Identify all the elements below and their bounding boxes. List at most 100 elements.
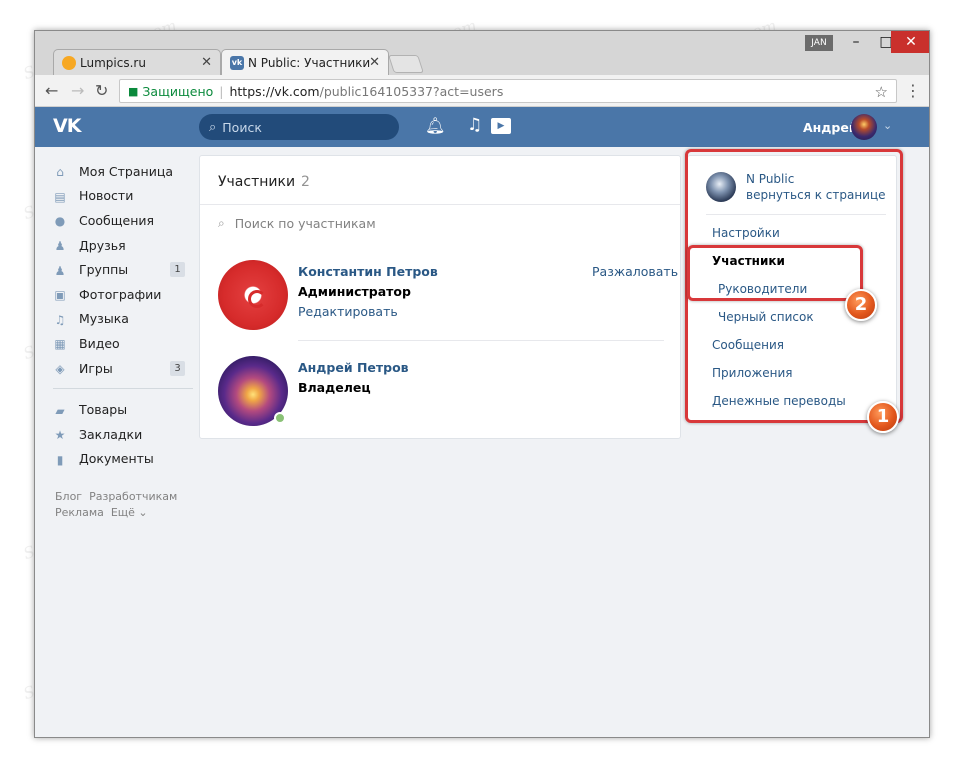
camera-icon: ▣ [54, 288, 66, 303]
footer-links: Блог Разработчикам Реклама Ещё ⌄ [55, 489, 177, 521]
members-card: Участники 2 ⌕ Поиск по участникам Констан… [199, 155, 681, 439]
vk-header: VK ⌕ Поиск 🔔︎ ♫ ▶ Андрей ⌄ [35, 107, 929, 147]
sidebar-item-goods[interactable]: ▰ Товары [53, 397, 193, 422]
sidebar-item-label: Новости [79, 188, 134, 204]
online-indicator [274, 412, 286, 424]
footer-link-ads[interactable]: Реклама [55, 506, 104, 519]
search-placeholder: Поиск [222, 119, 262, 135]
sidebar-item-video[interactable]: ▦ Видео [53, 331, 193, 356]
member-name-link[interactable]: Андрей Петров [298, 360, 409, 375]
sidebar-item-label: Видео [79, 335, 120, 351]
browser-window: Lumpics.ru ✕ vk N Public: Участники ✕ JA… [34, 30, 930, 738]
member-role: Администратор [298, 284, 411, 299]
tab-close-icon[interactable]: ✕ [201, 55, 212, 70]
member-role: Владелец [298, 380, 371, 395]
url-separator: | [219, 83, 224, 99]
members-search-input[interactable]: ⌕ Поиск по участникам [218, 216, 376, 231]
document-icon: ▮ [56, 452, 64, 467]
video-icon: ▦ [54, 337, 66, 352]
card-divider [200, 204, 680, 205]
browser-titlebar: Lumpics.ru ✕ vk N Public: Участники ✕ JA… [35, 31, 929, 75]
groups-icon: ♟ [54, 263, 66, 278]
highlight-box-members [687, 245, 863, 301]
search-icon: ⌕ [218, 216, 225, 230]
back-arrow-icon[interactable]: ← [45, 81, 58, 100]
star-icon: ★ [54, 428, 66, 443]
chevron-down-icon[interactable]: ⌄ [883, 119, 892, 132]
browser-menu-icon[interactable]: ⋮ [905, 81, 921, 100]
page-title: Участники 2 [218, 174, 310, 190]
lumpics-favicon-icon [62, 56, 76, 70]
lock-icon: ■ [128, 84, 139, 98]
step-marker-1: 1 [867, 401, 899, 433]
sidebar-item-messages[interactable]: ● Сообщения [53, 208, 193, 233]
home-icon: ⌂ [56, 165, 64, 180]
address-bar[interactable]: ■ Защищено | https://vk.com/public164105… [119, 79, 897, 103]
sidebar-item-label: Группы [79, 262, 129, 278]
bag-icon: ▰ [55, 403, 65, 418]
footer-link-developers[interactable]: Разработчикам [89, 490, 177, 503]
music-icon: ♫ [54, 312, 66, 327]
list-item: Константин Петров Администратор Редактир… [218, 260, 678, 340]
play-icon[interactable]: ▶ [491, 118, 511, 134]
vk-search-input[interactable]: ⌕ Поиск [199, 114, 399, 140]
search-icon: ⌕ [209, 119, 217, 135]
step-marker-2: 2 [845, 289, 877, 321]
edit-link[interactable]: Редактировать [298, 304, 398, 319]
sidebar-item-label: Моя Страница [79, 163, 173, 179]
tab-title: N Public: Участники [248, 55, 371, 70]
sidebar-item-photos[interactable]: ▣ Фотографии [53, 282, 193, 307]
gamepad-icon: ◈ [55, 362, 65, 377]
sidebar-item-news[interactable]: ▤ Новости [53, 184, 193, 209]
demote-link[interactable]: Разжаловать [592, 264, 678, 279]
close-window-button[interactable]: ✕ [891, 31, 929, 53]
vk-logo[interactable]: VK [53, 115, 81, 137]
sidebar-item-friends[interactable]: ♟ Друзья [53, 233, 193, 258]
tab-n-public[interactable]: vk N Public: Участники ✕ [221, 49, 389, 75]
url-host: https://vk.com [229, 83, 320, 99]
sidebar-item-music[interactable]: ♫ Музыка [53, 307, 193, 332]
sidebar-item-label: Игры [79, 360, 113, 376]
friends-icon: ♟ [54, 239, 66, 254]
sidebar-item-label: Закладки [79, 426, 143, 442]
vk-favicon-icon: vk [230, 56, 244, 70]
sidebar-item-my-page[interactable]: ⌂ Моя Страница [53, 159, 193, 184]
sidebar-item-documents[interactable]: ▮ Документы [53, 447, 193, 472]
sidebar-item-label: Фотографии [79, 286, 162, 302]
forward-arrow-icon[interactable]: → [71, 81, 84, 100]
sidebar-item-label: Музыка [79, 311, 129, 327]
member-divider [298, 340, 664, 341]
tab-title: Lumpics.ru [80, 55, 146, 70]
tab-lumpics[interactable]: Lumpics.ru ✕ [53, 49, 221, 75]
reload-icon[interactable]: ↻ [95, 81, 108, 100]
notifications-bell-icon[interactable]: 🔔︎ [425, 116, 445, 135]
bookmark-star-icon[interactable]: ☆ [875, 83, 888, 101]
avatar[interactable] [218, 260, 288, 330]
url-path: /public164105337?act=users [319, 83, 504, 99]
search-placeholder: Поиск по участникам [234, 216, 376, 231]
member-name-link[interactable]: Константин Петров [298, 264, 438, 279]
secure-label: Защищено [142, 83, 214, 99]
sidebar-item-label: Сообщения [79, 212, 155, 228]
sidebar-item-label: Друзья [79, 237, 126, 253]
sidebar-item-groups[interactable]: ♟ Группы 1 [53, 257, 193, 282]
sidebar-item-bookmarks[interactable]: ★ Закладки [53, 422, 193, 447]
new-tab-button[interactable] [388, 55, 424, 73]
address-toolbar: ← → ↻ ■ Защищено | https://vk.com/public… [35, 75, 929, 107]
members-count: 2 [301, 174, 310, 190]
news-icon: ▤ [54, 189, 66, 204]
footer-link-blog[interactable]: Блог [55, 490, 82, 503]
sidebar-item-label: Товары [79, 402, 128, 418]
footer-link-more[interactable]: Ещё ⌄ [111, 506, 148, 519]
games-count-badge: 3 [170, 360, 185, 376]
sidebar-item-games[interactable]: ◈ Игры 3 [53, 356, 193, 381]
profile-badge[interactable]: JAN [805, 35, 833, 51]
messages-icon: ● [54, 214, 66, 229]
tab-close-icon[interactable]: ✕ [369, 55, 380, 70]
members-title: Участники [218, 174, 296, 190]
user-name[interactable]: Андрей [803, 120, 858, 135]
avatar[interactable] [851, 114, 877, 140]
minimize-button[interactable]: – [841, 31, 871, 53]
music-note-icon[interactable]: ♫ [467, 115, 482, 135]
list-item: Андрей Петров Владелец [218, 356, 668, 436]
